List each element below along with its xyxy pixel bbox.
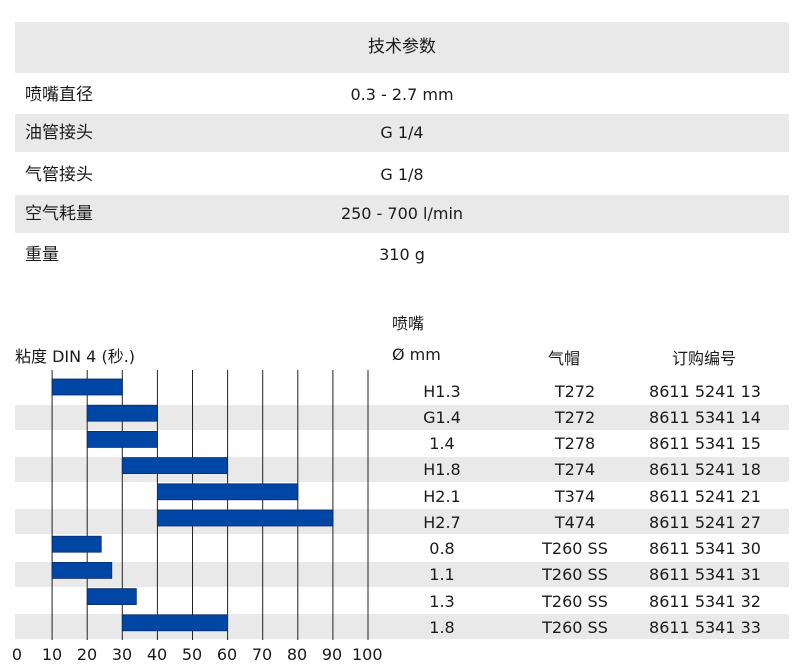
- viscosity-range-bar: [86, 404, 158, 422]
- nozzle-size: 1.4: [429, 434, 455, 453]
- nozzle-size: 1.3: [429, 592, 455, 611]
- x-tick-label: 60: [216, 645, 238, 664]
- order-number: 8611 5241 27: [649, 513, 761, 532]
- order-number: 8611 5341 33: [649, 618, 761, 637]
- nozzle-size: 1.8: [429, 618, 455, 637]
- nozzle-size: H1.8: [423, 460, 461, 479]
- viscosity-range-bar: [51, 378, 123, 396]
- viscosity-range-bar: [156, 509, 334, 527]
- x-tick-label: 90: [321, 645, 343, 664]
- viscosity-range-bar: [51, 535, 102, 553]
- aircap-value: T260 SS: [542, 592, 608, 611]
- order-number: 8611 5341 30: [649, 539, 761, 558]
- order-number: 8611 5341 15: [649, 434, 761, 453]
- nozzle-size: 1.1: [429, 565, 455, 584]
- viscosity-range-bar: [86, 430, 158, 448]
- x-tick-label: 20: [76, 645, 98, 664]
- x-tick-label: 70: [251, 645, 273, 664]
- order-number: 8611 5241 18: [649, 460, 761, 479]
- nozzle-size: 0.8: [429, 539, 455, 558]
- order-number: 8611 5241 21: [649, 487, 761, 506]
- x-tick-label: 100: [352, 645, 383, 664]
- aircap-value: T278: [554, 434, 596, 453]
- x-tick-label: 10: [41, 645, 63, 664]
- order-number: 8611 5241 13: [649, 382, 761, 401]
- viscosity-range-bar: [121, 614, 229, 632]
- aircap-value: T272: [554, 382, 596, 401]
- nozzle-size: H1.3: [423, 382, 461, 401]
- aircap-value: T260 SS: [542, 618, 608, 637]
- aircap-value: T260 SS: [542, 565, 608, 584]
- nozzle-size: G1.4: [423, 408, 461, 427]
- aircap-value: T274: [554, 460, 596, 479]
- nozzle-size: H2.7: [423, 513, 461, 532]
- order-number: 8611 5341 32: [649, 592, 761, 611]
- order-number: 8611 5341 14: [649, 408, 761, 427]
- viscosity-range-bar: [86, 588, 137, 605]
- nozzle-size: H2.1: [423, 487, 461, 506]
- viscosity-range-bar: [51, 562, 113, 579]
- aircap-value: T272: [554, 408, 596, 427]
- x-tick-label: 0: [11, 645, 23, 664]
- x-tick-label: 40: [146, 645, 168, 664]
- aircap-value: T474: [554, 513, 596, 532]
- aircap-value: T260 SS: [542, 539, 608, 558]
- x-tick-label: 50: [181, 645, 203, 664]
- viscosity-range-bar: [121, 457, 229, 475]
- aircap-value: T374: [554, 487, 596, 506]
- order-number: 8611 5341 31: [649, 565, 761, 584]
- x-tick-label: 80: [286, 645, 308, 664]
- x-tick-label: 30: [111, 645, 133, 664]
- viscosity-range-bar: [156, 483, 299, 501]
